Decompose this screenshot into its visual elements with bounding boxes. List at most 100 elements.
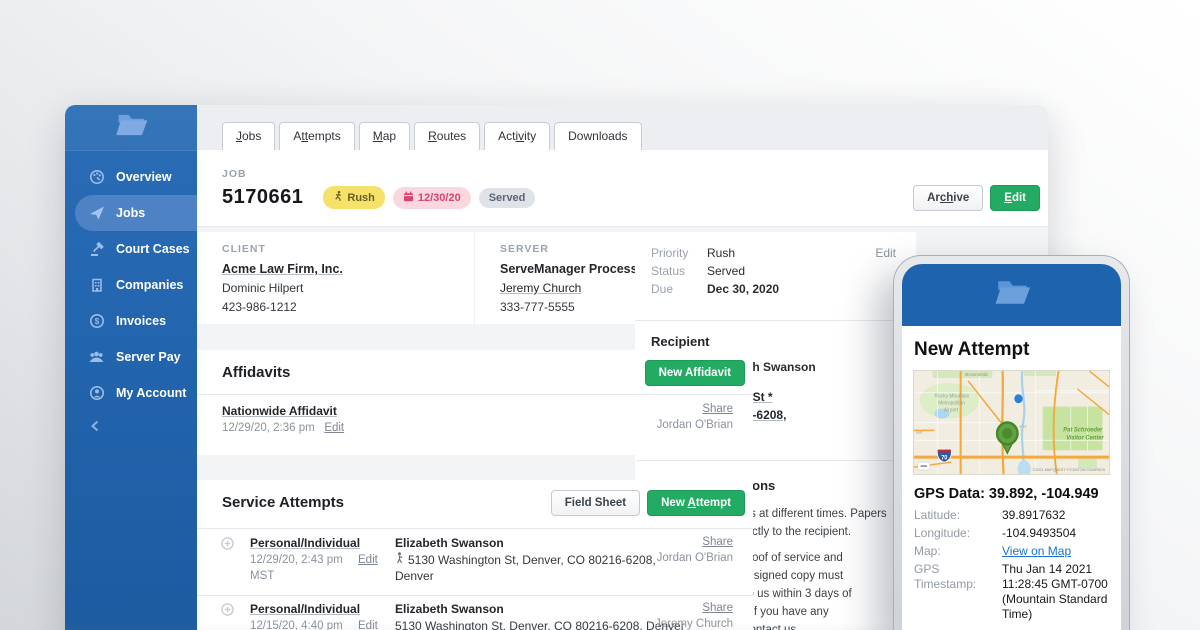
tab-attempts[interactable]: Attempts — [279, 122, 354, 150]
gps-heading: GPS Data: 39.892, -104.949 — [914, 486, 1109, 502]
archive-button[interactable]: Archive — [913, 185, 983, 211]
map-label: Airport — [944, 407, 959, 413]
map-label: Metropolitan — [938, 401, 965, 407]
attempt-type-link[interactable]: Personal/Individual — [250, 536, 360, 550]
server-contact-link[interactable]: Jeremy Church — [500, 281, 581, 295]
expand-plus-icon[interactable] — [221, 603, 234, 616]
map-label: Broomfield — [965, 372, 988, 378]
attempt-edit-link[interactable]: Edit — [358, 554, 378, 566]
sidebar-item-label: Companies — [116, 278, 183, 292]
attempt-recipient-name: Elizabeth Swanson — [395, 536, 504, 550]
attempt-address: 5130 Washington St, Denver, CO 80216-620… — [408, 553, 656, 567]
map-label: Map: — [914, 544, 1002, 559]
sidebar-item-invoices[interactable]: $ Invoices — [65, 303, 197, 339]
priority-label: Priority — [651, 246, 707, 260]
affidavit-author: Jordan O'Brian — [657, 419, 733, 431]
folder-icon — [991, 277, 1033, 313]
affidavits-title: Affidavits — [222, 364, 290, 381]
tab-downloads[interactable]: Downloads — [554, 122, 641, 150]
new-attempt-button[interactable]: New Attempt — [647, 490, 745, 516]
attempt-share-link[interactable]: Share — [702, 602, 733, 614]
attempt-type-link[interactable]: Personal/Individual — [250, 602, 360, 616]
gavel-icon — [88, 241, 105, 258]
paper-plane-icon — [88, 205, 105, 222]
sidebar-item-label: Court Cases — [116, 242, 190, 256]
rush-badge: Rush — [323, 186, 385, 209]
due-date-badge: 12/30/20 — [393, 187, 471, 209]
view-on-map-link[interactable]: View on Map — [1002, 544, 1071, 558]
map-label: Visitor Center — [1066, 435, 1104, 441]
attempt-edit-link[interactable]: Edit — [358, 620, 378, 630]
map-label: Pat Schroeder — [1063, 427, 1103, 433]
sidebar-item-label: Server Pay — [116, 350, 181, 364]
attempt-date: 12/15/20, 4:40 pm — [250, 620, 343, 630]
attempt-recipient-name: Elizabeth Swanson — [395, 602, 504, 616]
dollar-icon: $ — [88, 313, 105, 330]
map-label: erce — [1019, 424, 1026, 428]
due-value: Dec 30, 2020 — [707, 282, 779, 296]
sidebar-item-label: Overview — [116, 170, 172, 184]
tab-activity[interactable]: Activity — [484, 122, 550, 150]
svg-text:$: $ — [94, 317, 99, 326]
expand-plus-icon[interactable] — [221, 537, 234, 550]
status-label: Status — [651, 264, 707, 278]
due-label: Due — [651, 282, 707, 296]
latitude-value: 39.8917632 — [1002, 508, 1109, 523]
attempt-address: 5130 Washington St, Denver, CO 80216-620… — [395, 619, 685, 630]
user-icon — [88, 385, 105, 402]
longitude-label: Longitude: — [914, 526, 1002, 541]
status-badge: Served — [479, 188, 536, 208]
attempt-date: 12/29/20, 2:43 pm — [250, 554, 343, 566]
attempt-author: Jeremy Church — [655, 618, 733, 630]
service-attempts-card: Service Attempts Field Sheet New Attempt… — [197, 480, 753, 630]
map-attribution-toggle — [918, 462, 930, 470]
job-label: JOB — [222, 168, 247, 180]
job-number: 5170661 — [222, 186, 303, 209]
gps-data-section: GPS Data: 39.892, -104.949 Latitude: 39.… — [914, 486, 1109, 622]
affidavit-share-link[interactable]: Share — [702, 403, 733, 415]
client-phone: 423-986-1212 — [222, 300, 474, 314]
field-sheet-button[interactable]: Field Sheet — [551, 490, 640, 516]
phone-app-header — [902, 264, 1121, 326]
sidebar-item-label: My Account — [116, 386, 186, 400]
chevron-left-icon — [89, 420, 101, 437]
folder-icon — [112, 111, 150, 144]
sidebar-item-court-cases[interactable]: Court Cases — [65, 231, 197, 267]
sidebar-collapse-button[interactable] — [89, 419, 103, 435]
new-affidavit-button[interactable]: New Affidavit — [645, 360, 745, 386]
map-thumbnail[interactable]: 70 Broomfield Rocky Mountain Metropolita… — [913, 370, 1110, 475]
phone-mockup: New Attempt — [893, 255, 1130, 630]
attempt-timezone: MST — [250, 570, 274, 582]
attempt-author: Jordan O'Brian — [657, 552, 733, 564]
sidebar-nav: Overview Jobs Court Cases Companies — [65, 159, 197, 411]
sidebar-item-jobs[interactable]: Jobs — [75, 195, 197, 231]
sidebar: Overview Jobs Court Cases Companies — [65, 105, 197, 630]
sidebar-item-my-account[interactable]: My Account — [65, 375, 197, 411]
gps-timestamp-value: Thu Jan 14 2021 11:28:45 GMT-0700 (Mount… — [1002, 562, 1109, 622]
map-label: Rocky Mountain — [935, 394, 970, 400]
sidebar-item-label: Jobs — [116, 206, 145, 220]
service-attempts-title: Service Attempts — [222, 494, 344, 511]
job-header: JOB 5170661 Rush 12/30/20 Served Archive… — [197, 150, 1048, 227]
status-value: Served — [707, 264, 745, 278]
details-edit-link[interactable]: Edit — [875, 246, 896, 260]
map-attribution: ©2021 MAPQUEST ©TOMTOM ©MAPBOX — [1033, 468, 1106, 472]
sidebar-item-server-pay[interactable]: Server Pay — [65, 339, 197, 375]
edit-button[interactable]: Edit — [990, 185, 1040, 211]
app-logo[interactable] — [65, 105, 197, 151]
gps-timestamp-label: GPS Timestamp: — [914, 562, 1002, 622]
affidavit-title-link[interactable]: Nationwide Affidavit — [222, 404, 337, 418]
sidebar-item-companies[interactable]: Companies — [65, 267, 197, 303]
longitude-value: -104.9493504 — [1002, 526, 1109, 541]
map-label: oult — [916, 430, 923, 434]
attempt-share-link[interactable]: Share — [702, 536, 733, 548]
dashboard-icon — [88, 169, 105, 186]
building-icon — [88, 277, 105, 294]
tab-map[interactable]: Map — [359, 122, 410, 150]
tab-routes[interactable]: Routes — [414, 122, 480, 150]
sidebar-item-overview[interactable]: Overview — [65, 159, 197, 195]
affidavit-edit-link[interactable]: Edit — [324, 422, 344, 434]
client-contact: Dominic Hilpert — [222, 281, 474, 295]
client-company-link[interactable]: Acme Law Firm, Inc. — [222, 262, 343, 276]
tab-jobs[interactable]: Jobs — [222, 122, 275, 150]
